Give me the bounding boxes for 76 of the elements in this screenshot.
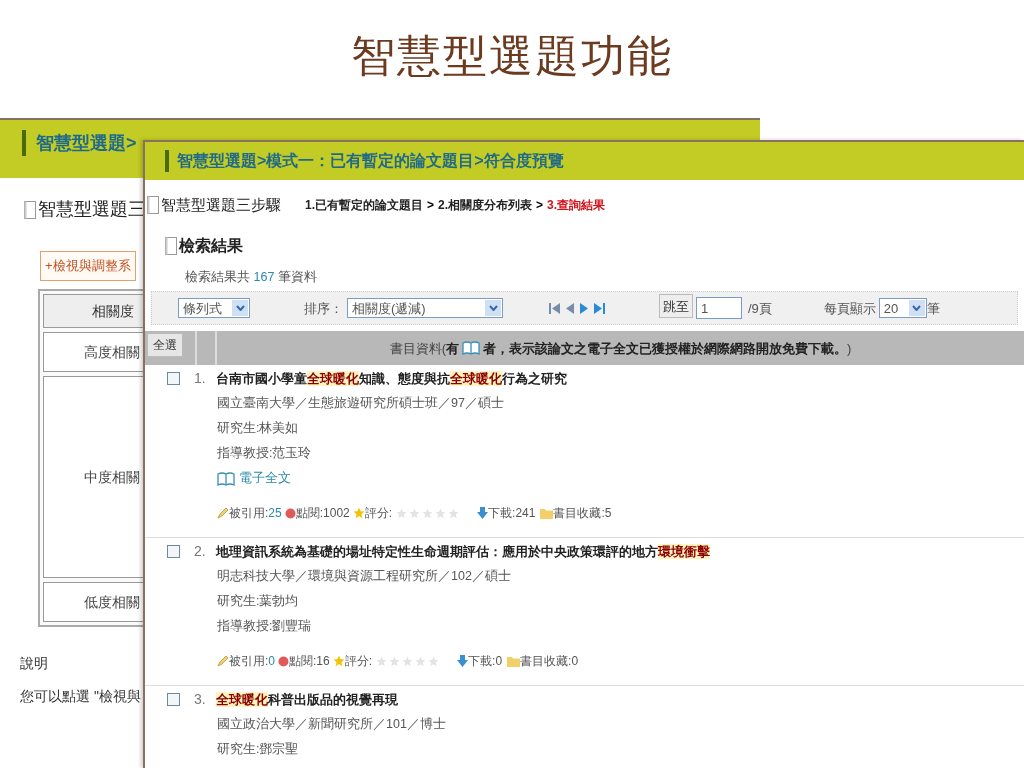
- download-arrow-icon: [477, 507, 489, 520]
- jump-button[interactable]: 跳至: [659, 294, 693, 319]
- dot-icon: [278, 655, 290, 667]
- fulltext-link[interactable]: 電子全文: [239, 469, 291, 489]
- caret-icon: [912, 305, 922, 312]
- per-page-select[interactable]: 20: [878, 298, 927, 319]
- page-header-title: 智慧型選題>模式一：已有暫定的論文題目>符合度預覽: [177, 151, 564, 171]
- next-page-icon[interactable]: [580, 302, 588, 314]
- page-field[interactable]: 1: [696, 297, 742, 320]
- download-count: 下載:0: [468, 653, 503, 671]
- per-page-label: 每頁顯示: [823, 299, 876, 318]
- previous-page-icon[interactable]: [566, 302, 574, 314]
- first-page-icon[interactable]: [549, 302, 560, 314]
- star-icon[interactable]: [376, 655, 388, 667]
- cited-count: 被引用:0: [229, 653, 276, 671]
- sort-select[interactable]: 相關度(遞減): [347, 298, 503, 319]
- sort-label: 排序：: [304, 299, 343, 318]
- star-icon[interactable]: [389, 655, 401, 667]
- rating-label: 評分:: [364, 505, 393, 523]
- checkbox[interactable]: [167, 544, 180, 558]
- rating-label: 評分:: [344, 653, 373, 671]
- slide-title: 智慧型選題功能: [351, 29, 673, 83]
- pencil-icon: [217, 655, 229, 668]
- star-icon[interactable]: [422, 507, 434, 519]
- document-icon: [24, 200, 36, 219]
- page-total: /9頁: [748, 299, 772, 318]
- table-header-note: 書目資料(有: [389, 339, 459, 358]
- folder-icon: [540, 507, 554, 519]
- book-icon: [462, 341, 480, 356]
- dot-icon: [284, 507, 296, 519]
- star-icon[interactable]: [435, 507, 447, 519]
- pencil-icon: [217, 507, 229, 520]
- view-count: 點閱:1002: [295, 505, 350, 523]
- checkbox[interactable]: [167, 692, 180, 706]
- thesis-source: 國立政治大學／新聞研究所／101／博士: [217, 716, 447, 734]
- results-title: 檢索結果: [179, 235, 243, 256]
- thesis-title-link[interactable]: 全球暖化科普出版品的視覺再現: [215, 689, 398, 709]
- page-header-title: 智慧型選題>: [36, 132, 137, 155]
- note-text: 您可以點選 "檢視與: [20, 687, 141, 706]
- book-icon: [217, 471, 235, 486]
- star-icon[interactable]: [402, 655, 414, 667]
- caret-icon: [488, 305, 498, 312]
- download-count: 下載:241: [488, 505, 536, 523]
- checkbox[interactable]: [167, 371, 180, 385]
- star-icon[interactable]: [428, 655, 440, 667]
- steps-title: 智慧型選題三步驟: [161, 195, 281, 215]
- star-icon[interactable]: [448, 507, 460, 519]
- table-header-note: 者，表示該論文之電子全文已獲授權於網際網路開放免費下載。): [483, 339, 852, 358]
- bookmark-count: 書目收藏:5: [553, 505, 612, 523]
- caret-icon: [235, 305, 245, 312]
- note-heading: 說明: [20, 654, 48, 673]
- student-name: 研究生:鄧宗聖: [217, 741, 300, 759]
- bookmark-count: 書目收藏:0: [520, 653, 579, 671]
- star-icon[interactable]: [396, 507, 408, 519]
- select-all-button[interactable]: 全選: [147, 333, 183, 358]
- document-icon: [165, 236, 177, 255]
- document-icon: [147, 196, 159, 215]
- step-link[interactable]: 1.已有暫定的論文題目: [305, 196, 423, 215]
- star-icon: [332, 655, 345, 668]
- step-link[interactable]: 2.相關度分布列表: [438, 196, 533, 215]
- star-icon[interactable]: [415, 655, 427, 667]
- view-count: 點閱:16: [289, 653, 330, 671]
- download-arrow-icon: [457, 655, 469, 668]
- item-number: 3.: [194, 689, 206, 709]
- step-link[interactable]: 3.查詢結果: [547, 196, 606, 215]
- folder-icon: [507, 655, 521, 667]
- last-page-icon[interactable]: [594, 302, 605, 314]
- item-number: 2.: [194, 541, 206, 561]
- view-select[interactable]: 條列式: [178, 298, 250, 319]
- step-separator: >: [427, 197, 435, 215]
- result-count: 檢索結果共 167 筆資料: [185, 268, 318, 286]
- per-page-unit: 筆: [926, 299, 940, 318]
- step-separator: >: [536, 197, 544, 215]
- star-icon[interactable]: [409, 507, 421, 519]
- star-icon: [352, 507, 365, 520]
- adjust-button[interactable]: +檢視與調整系: [40, 251, 136, 281]
